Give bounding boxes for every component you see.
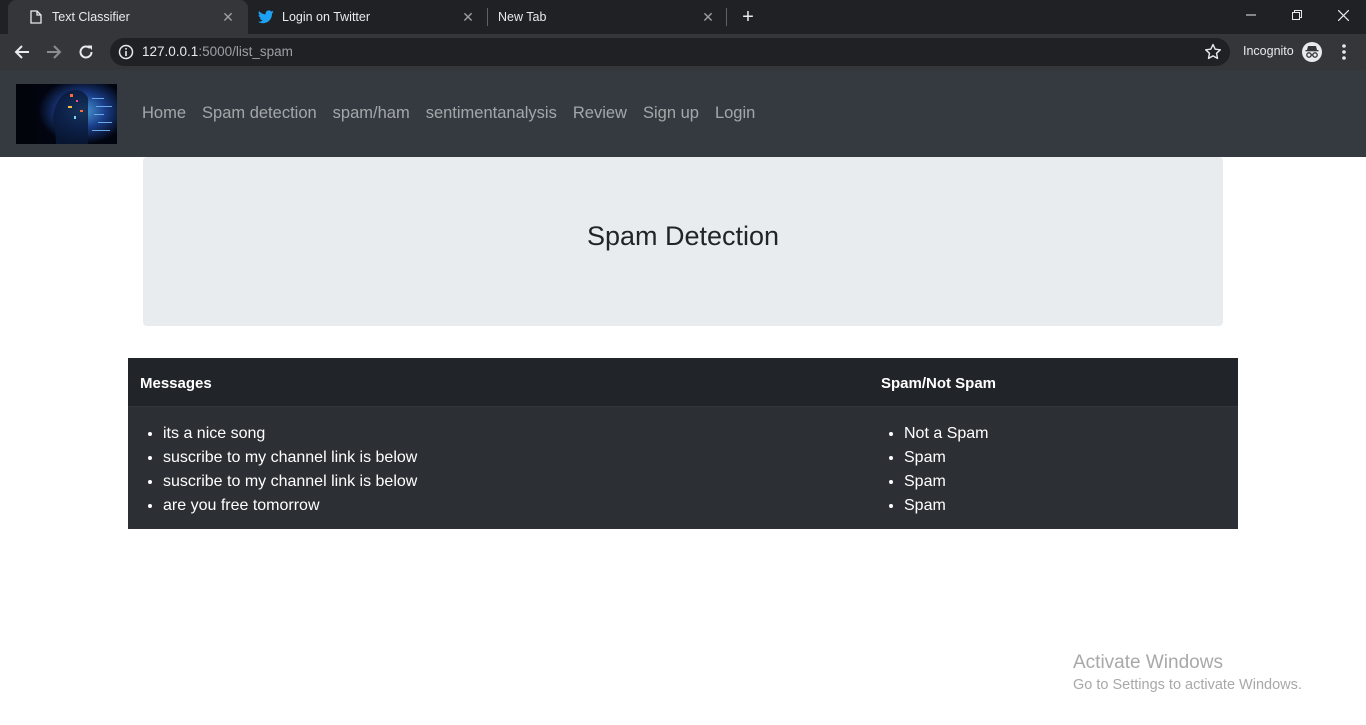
- table-row: its a nice song suscribe to my channel l…: [128, 407, 1238, 529]
- minimize-icon: [1246, 14, 1256, 16]
- list-item: are you free tomorrow: [163, 494, 417, 518]
- close-tab-icon[interactable]: ✕: [460, 9, 476, 25]
- list-item: suscribe to my channel link is below: [163, 470, 417, 494]
- header-spam-not-spam: Spam/Not Spam: [881, 375, 997, 392]
- close-tab-icon[interactable]: ✕: [220, 9, 236, 25]
- info-icon[interactable]: [118, 44, 134, 60]
- tab-text-classifier[interactable]: Text Classifier ✕: [8, 0, 248, 34]
- header-messages: Messages: [140, 375, 212, 392]
- nav-link-review[interactable]: Review: [565, 104, 635, 123]
- close-tab-icon[interactable]: ✕: [700, 9, 716, 25]
- page-title: Spam Detection: [586, 221, 780, 251]
- restore-icon: [1292, 10, 1302, 20]
- browser-tab-strip: Text Classifier ✕ Login on Twitter ✕ New…: [0, 0, 1366, 34]
- list-item: Not a Spam: [904, 422, 988, 446]
- back-button[interactable]: [10, 40, 34, 64]
- page-icon: [28, 9, 44, 25]
- nav-links: Home Spam detection spam/ham sentimentan…: [134, 104, 763, 123]
- address-bar[interactable]: 127.0.0.1:5000/list_spam: [110, 38, 1230, 66]
- arrow-left-icon: [14, 45, 29, 59]
- tab-label: Login on Twitter: [282, 10, 371, 24]
- new-tab-button[interactable]: +: [737, 6, 759, 28]
- nav-link-sign-up[interactable]: Sign up: [635, 104, 707, 123]
- arrow-right-icon: [47, 45, 62, 59]
- twitter-icon: [258, 9, 274, 25]
- nav-link-spam-detection[interactable]: Spam detection: [194, 104, 325, 123]
- forward-button[interactable]: [42, 40, 66, 64]
- activate-windows-subtitle: Go to Settings to activate Windows.: [1073, 677, 1302, 693]
- nav-link-spam-ham[interactable]: spam/ham: [325, 104, 418, 123]
- menu-icon[interactable]: [1337, 42, 1351, 62]
- browser-toolbar: 127.0.0.1:5000/list_spam Incognito: [0, 34, 1366, 70]
- list-item: Spam: [904, 494, 988, 518]
- list-item: Spam: [904, 446, 988, 470]
- nav-link-home[interactable]: Home: [134, 104, 194, 123]
- incognito-label: Incognito: [1243, 44, 1294, 58]
- results-table: Messages Spam/Not Spam its a nice song s…: [128, 358, 1238, 529]
- restore-button[interactable]: [1274, 0, 1320, 30]
- close-window-button[interactable]: [1320, 0, 1366, 30]
- tab-separator: [726, 8, 727, 26]
- site-navbar: Home Spam detection spam/ham sentimentan…: [0, 70, 1366, 157]
- url-host: 127.0.0.1: [142, 44, 199, 59]
- reload-icon: [79, 45, 93, 59]
- labels-list: Not a Spam Spam Spam Spam: [904, 422, 988, 518]
- activate-windows-title: Activate Windows: [1073, 652, 1223, 673]
- site-logo[interactable]: [16, 84, 117, 144]
- list-item: Spam: [904, 470, 988, 494]
- bookmark-star-icon[interactable]: [1204, 43, 1222, 61]
- minimize-button[interactable]: [1228, 0, 1274, 30]
- nav-link-sentimentanalysis[interactable]: sentimentanalysis: [418, 104, 565, 123]
- tab-new-tab[interactable]: New Tab ✕: [488, 0, 728, 34]
- list-item: suscribe to my channel link is below: [163, 446, 417, 470]
- nav-link-login[interactable]: Login: [707, 104, 763, 123]
- tab-label: Text Classifier: [52, 10, 130, 24]
- tab-login-twitter[interactable]: Login on Twitter ✕: [248, 0, 488, 34]
- tab-label: New Tab: [498, 10, 547, 24]
- list-item: its a nice song: [163, 422, 417, 446]
- jumbotron: Spam Detection: [143, 157, 1223, 326]
- url-path: :5000/list_spam: [198, 44, 293, 59]
- messages-list: its a nice song suscribe to my channel l…: [163, 422, 417, 518]
- incognito-icon[interactable]: [1302, 42, 1322, 62]
- reload-button[interactable]: [74, 40, 98, 64]
- url-text[interactable]: 127.0.0.1:5000/list_spam: [142, 44, 293, 59]
- table-header: Messages Spam/Not Spam: [128, 358, 1238, 407]
- close-icon: [1337, 9, 1349, 21]
